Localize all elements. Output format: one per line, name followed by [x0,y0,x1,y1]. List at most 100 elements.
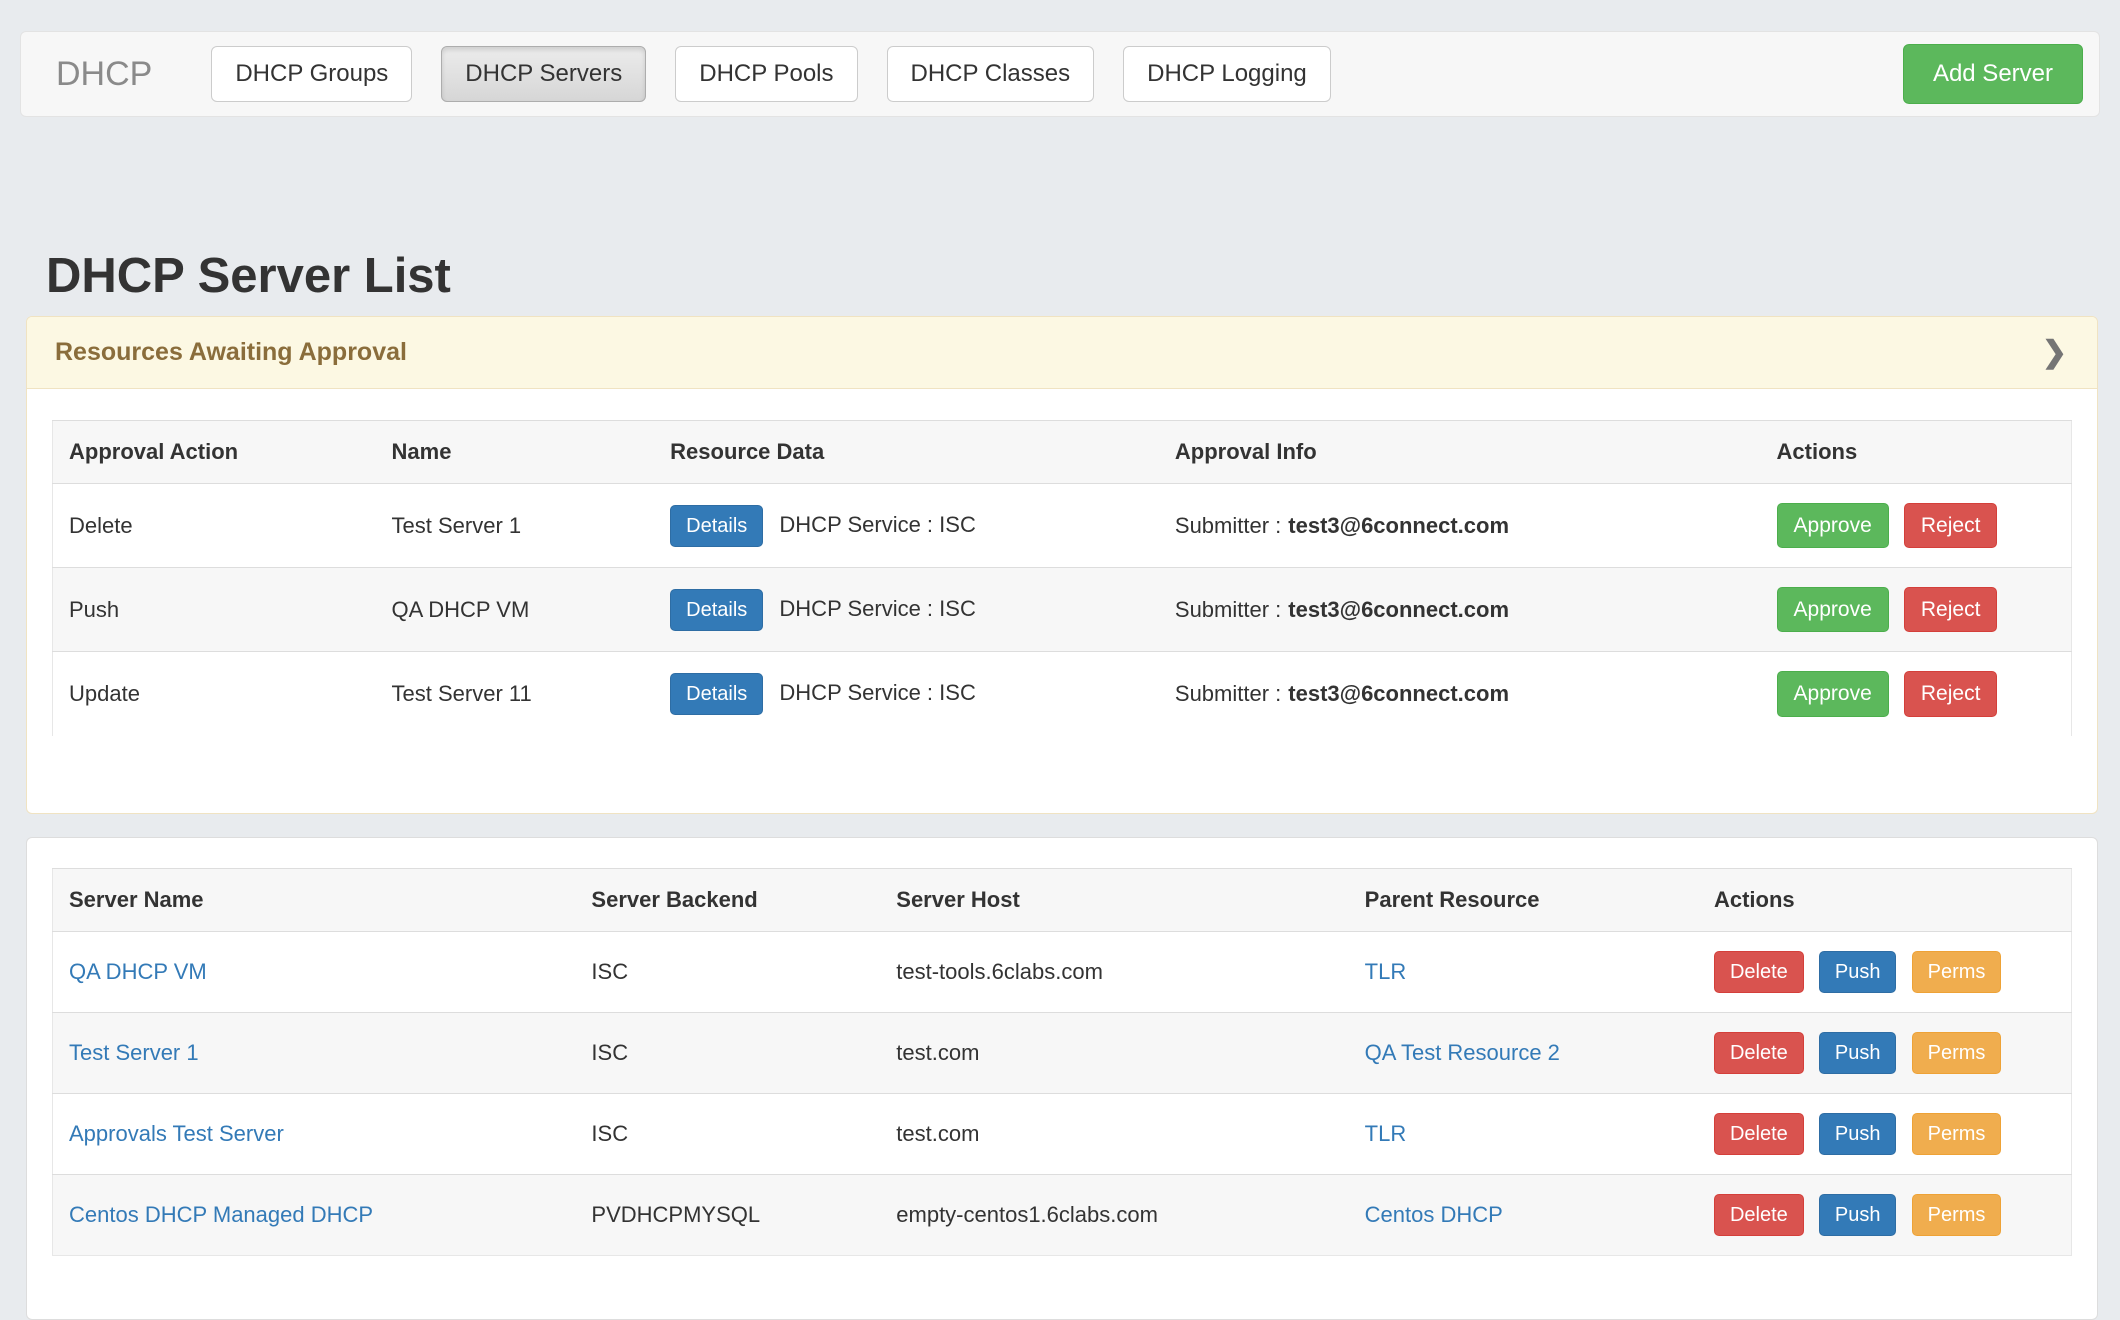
parent-resource-cell: Centos DHCP [1349,1174,1698,1255]
details-button[interactable]: Details [670,589,763,631]
page-title: DHCP Server List [46,248,2120,304]
approval-info-cell: Submitter : test3@6connect.com [1159,568,1761,652]
server-name-cell: Test Server 1 [53,1012,576,1093]
server-name-cell: Centos DHCP Managed DHCP [53,1174,576,1255]
perms-button[interactable]: Perms [1912,1194,2002,1236]
server-name-link[interactable]: Test Server 1 [69,1040,199,1065]
server-actions-cell: Delete Push Perms [1698,1093,2072,1174]
tab-dhcp-servers[interactable]: DHCP Servers [441,46,646,102]
reject-button[interactable]: Reject [1904,503,1998,548]
approval-panel-title: Resources Awaiting Approval [55,338,407,367]
push-button[interactable]: Push [1819,1194,1897,1236]
approval-actions-cell: Approve Reject [1761,484,2072,568]
submitter-prefix-label: Submitter : [1175,513,1281,538]
push-button[interactable]: Push [1819,1032,1897,1074]
approval-action-cell: Push [53,568,376,652]
col-resource-data: Resource Data [654,421,1159,484]
submitter-email: test3@6connect.com [1288,597,1509,622]
submitter-prefix-label: Submitter : [1175,597,1281,622]
approval-name-cell: Test Server 11 [376,652,655,736]
push-button[interactable]: Push [1819,1113,1897,1155]
server-host-cell: test.com [880,1093,1348,1174]
approve-button[interactable]: Approve [1777,671,1889,716]
approval-resource-cell: Details DHCP Service : ISC [654,568,1159,652]
approval-panel-body: Approval Action Name Resource Data Appro… [27,389,2097,813]
server-backend-cell: ISC [575,931,880,1012]
col-approval-action: Approval Action [53,421,376,484]
approval-action-cell: Update [53,652,376,736]
perms-button[interactable]: Perms [1912,1032,2002,1074]
server-table: Server Name Server Backend Server Host P… [52,868,2072,1256]
parent-resource-link[interactable]: QA Test Resource 2 [1365,1040,1560,1065]
chevron-right-icon[interactable]: ❯ [2042,338,2067,368]
submitter-prefix-label: Submitter : [1175,681,1281,706]
server-name-link[interactable]: Centos DHCP Managed DHCP [69,1202,373,1227]
server-name-cell: QA DHCP VM [53,931,576,1012]
parent-resource-cell: QA Test Resource 2 [1349,1012,1698,1093]
server-host-cell: test.com [880,1012,1348,1093]
tab-dhcp-groups[interactable]: DHCP Groups [211,46,412,102]
approve-button[interactable]: Approve [1777,503,1889,548]
server-actions-cell: Delete Push Perms [1698,931,2072,1012]
col-name: Name [376,421,655,484]
approve-button[interactable]: Approve [1777,587,1889,632]
parent-resource-link[interactable]: TLR [1365,959,1407,984]
tab-dhcp-logging[interactable]: DHCP Logging [1123,46,1331,102]
approval-resource-cell: Details DHCP Service : ISC [654,652,1159,736]
server-name-link[interactable]: QA DHCP VM [69,959,207,984]
approval-header-row: Approval Action Name Resource Data Appro… [53,421,2072,484]
parent-resource-cell: TLR [1349,1093,1698,1174]
col-server-name: Server Name [53,868,576,931]
approval-actions-cell: Approve Reject [1761,652,2072,736]
tab-dhcp-classes[interactable]: DHCP Classes [887,46,1095,102]
approval-info-cell: Submitter : test3@6connect.com [1159,652,1761,736]
approval-resource-cell: Details DHCP Service : ISC [654,484,1159,568]
details-button[interactable]: Details [670,505,763,547]
server-header-row: Server Name Server Backend Server Host P… [53,868,2072,931]
resource-service-label: DHCP Service : ISC [779,596,975,621]
approval-panel: Resources Awaiting Approval ❯ Approval A… [26,316,2098,814]
server-host-cell: empty-centos1.6clabs.com [880,1174,1348,1255]
col-parent-resource: Parent Resource [1349,868,1698,931]
col-server-actions: Actions [1698,868,2072,931]
details-button[interactable]: Details [670,673,763,715]
approval-row: Update Test Server 11 Details DHCP Servi… [53,652,2072,736]
resource-service-label: DHCP Service : ISC [779,512,975,537]
approval-info-cell: Submitter : test3@6connect.com [1159,484,1761,568]
approval-panel-heading[interactable]: Resources Awaiting Approval ❯ [27,317,2097,389]
reject-button[interactable]: Reject [1904,587,1998,632]
server-backend-cell: PVDHCPMYSQL [575,1174,880,1255]
resource-service-label: DHCP Service : ISC [779,680,975,705]
col-approval-info: Approval Info [1159,421,1761,484]
col-server-host: Server Host [880,868,1348,931]
parent-resource-link[interactable]: Centos DHCP [1365,1202,1503,1227]
server-backend-cell: ISC [575,1093,880,1174]
server-row: Test Server 1 ISC test.com QA Test Resou… [53,1012,2072,1093]
server-name-link[interactable]: Approvals Test Server [69,1121,284,1146]
parent-resource-link[interactable]: TLR [1365,1121,1407,1146]
server-row: Approvals Test Server ISC test.com TLR D… [53,1093,2072,1174]
delete-button[interactable]: Delete [1714,1194,1804,1236]
server-actions-cell: Delete Push Perms [1698,1174,2072,1255]
perms-button[interactable]: Perms [1912,951,2002,993]
submitter-email: test3@6connect.com [1288,681,1509,706]
submitter-email: test3@6connect.com [1288,513,1509,538]
approval-table: Approval Action Name Resource Data Appro… [52,420,2072,736]
server-name-cell: Approvals Test Server [53,1093,576,1174]
delete-button[interactable]: Delete [1714,1032,1804,1074]
push-button[interactable]: Push [1819,951,1897,993]
server-host-cell: test-tools.6clabs.com [880,931,1348,1012]
approval-action-cell: Delete [53,484,376,568]
delete-button[interactable]: Delete [1714,951,1804,993]
perms-button[interactable]: Perms [1912,1113,2002,1155]
server-list-card: Server Name Server Backend Server Host P… [26,837,2098,1320]
approval-name-cell: QA DHCP VM [376,568,655,652]
add-server-button[interactable]: Add Server [1903,44,2083,104]
approval-actions-cell: Approve Reject [1761,568,2072,652]
col-server-backend: Server Backend [575,868,880,931]
reject-button[interactable]: Reject [1904,671,1998,716]
server-backend-cell: ISC [575,1012,880,1093]
tab-dhcp-pools[interactable]: DHCP Pools [675,46,857,102]
approval-row: Push QA DHCP VM Details DHCP Service : I… [53,568,2072,652]
delete-button[interactable]: Delete [1714,1113,1804,1155]
